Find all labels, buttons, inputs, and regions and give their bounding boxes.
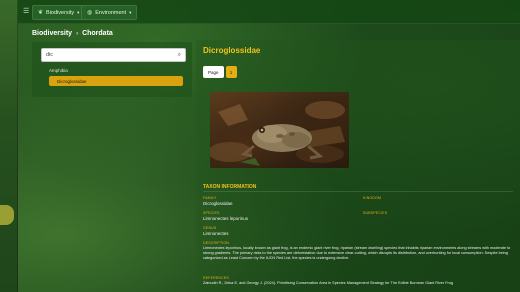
chevron-down-icon: ▾	[77, 9, 80, 15]
chevron-down-icon: ▾	[129, 9, 132, 15]
family-label: FAMILY	[203, 196, 217, 200]
description-text: Limnonectes leporinus, locally known as …	[203, 246, 511, 261]
left-edge-strip	[0, 0, 18, 292]
leaf-icon: ❦	[38, 10, 44, 16]
breadcrumb-root[interactable]: Biodiversity	[32, 30, 72, 37]
kingdom-label: KINGDOM	[363, 196, 382, 200]
species-label: SPECIES	[203, 211, 220, 215]
menu-icon[interactable]: ☰	[23, 8, 29, 16]
chevron-right-icon: ›	[76, 30, 79, 37]
pagination: Page 1	[203, 66, 237, 78]
species-value: Limnonectes leporinus	[203, 216, 249, 221]
top-navbar: ☰ ❦ Biodiversity ▾ ◍ Environment ▾	[18, 0, 520, 24]
page-title: Dicroglossidae	[203, 46, 261, 55]
nav-environment-button[interactable]: ◍ Environment ▾	[81, 5, 138, 20]
search-value: dic	[46, 52, 54, 58]
divider	[203, 191, 513, 192]
frog-image	[210, 101, 345, 166]
genus-label: GENUS	[203, 226, 217, 230]
globe-icon: ◍	[87, 10, 93, 16]
side-leaf-decoration	[0, 205, 14, 225]
genus-value: Limnonectes	[203, 231, 229, 236]
taxon-info-heading: TAXON INFORMATION	[203, 184, 257, 190]
species-photo	[210, 92, 349, 168]
nav-biodiversity-button[interactable]: ❦ Biodiversity ▾	[32, 5, 86, 20]
page-number-button[interactable]: 1	[225, 66, 237, 78]
references-text: Zainudin R., Deka E. and Georgy J. (2024…	[203, 281, 454, 285]
nav-label: Environment	[95, 9, 127, 16]
page-label: Page	[203, 66, 224, 78]
search-input[interactable]: dic ⌕	[41, 48, 186, 62]
description-label: DESCRIPTION	[203, 241, 230, 245]
family-value: Dicroglossidae	[203, 201, 233, 206]
nav-label: Biodiversity	[46, 9, 75, 16]
breadcrumb-current: Chordata	[82, 30, 113, 37]
tree-item-selected[interactable]: Dicroglossidae	[49, 76, 183, 86]
references-label: REFERENCES	[203, 276, 229, 280]
subspecies-label: SUBSPECIES	[363, 211, 388, 215]
tree-parent-label[interactable]: Amphibia	[49, 68, 68, 73]
search-icon[interactable]: ⌕	[178, 52, 181, 59]
breadcrumb: Biodiversity › Chordata	[32, 30, 113, 37]
